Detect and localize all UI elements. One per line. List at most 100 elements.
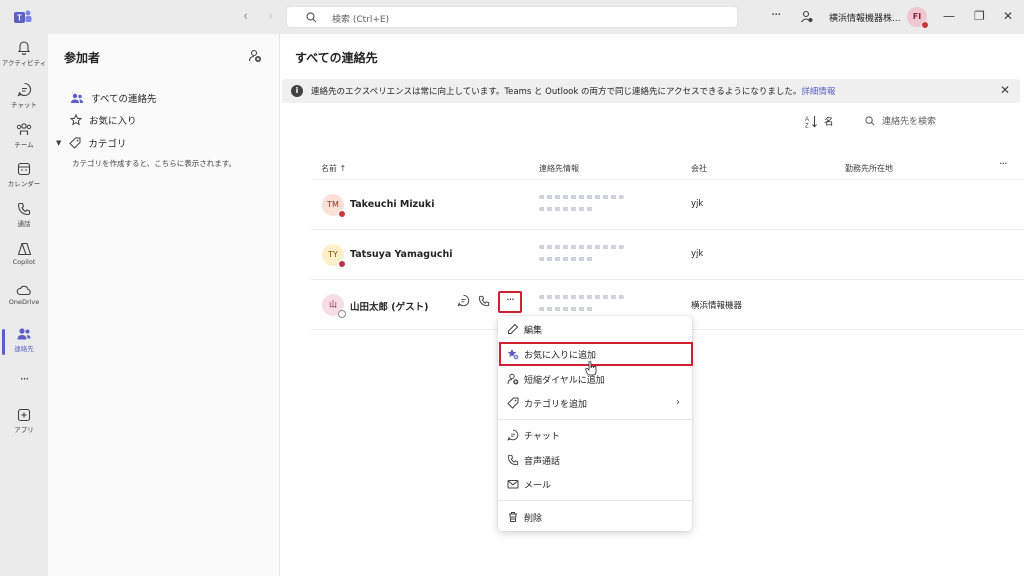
- avatar: 山: [322, 294, 346, 318]
- rail-item-activity[interactable]: アクティビティ: [0, 40, 48, 76]
- menu-item-call[interactable]: 音声通話: [498, 449, 692, 471]
- contact-search-input[interactable]: 連絡先を検索: [865, 114, 936, 127]
- user-initials: FI: [912, 12, 922, 21]
- left-panel: 参加者 すべての連絡先 お気に入り ▼ カテゴリ カテゴリを作成すると、こちらに…: [48, 34, 280, 576]
- chevron-right-icon: ›: [676, 397, 680, 408]
- rail-item-contacts[interactable]: 連絡先: [0, 327, 48, 363]
- rail-item-onedrive[interactable]: OneDrive: [0, 284, 48, 320]
- category-hint: カテゴリを作成すると、こちらに表示されます。: [72, 159, 236, 168]
- table-row[interactable]: TM Takeuchi Mizuki yjk: [311, 180, 1024, 230]
- caret-down-icon[interactable]: ▼: [56, 139, 61, 147]
- presence-dot: [921, 21, 929, 29]
- global-search-input[interactable]: 検索 (Ctrl+E): [286, 6, 738, 28]
- menu-item-add-category[interactable]: カテゴリを追加 ›: [498, 392, 692, 414]
- user-avatar[interactable]: FI: [907, 7, 929, 29]
- nav-categories[interactable]: ▼ カテゴリ: [56, 134, 127, 152]
- people-icon: [17, 328, 31, 340]
- nav-all-contacts[interactable]: すべての連絡先: [70, 89, 156, 107]
- trash-icon: [509, 512, 517, 522]
- info-icon: i: [291, 85, 303, 97]
- nav-label: すべての連絡先: [91, 94, 157, 105]
- minimize-button[interactable]: —: [943, 9, 955, 23]
- menu-item-delete[interactable]: 削除: [498, 506, 692, 528]
- back-button[interactable]: ‹: [243, 9, 248, 24]
- column-header-office[interactable]: 勤務先所在地: [845, 163, 893, 174]
- sort-button[interactable]: AZ 名: [805, 114, 834, 128]
- panel-title: 参加者: [64, 51, 101, 65]
- sort-label: 名: [824, 117, 834, 128]
- cloud-icon: [16, 285, 31, 296]
- rail-label: 連絡先: [14, 345, 34, 353]
- menu-divider: [498, 419, 692, 420]
- menu-item-mail[interactable]: メール: [498, 473, 692, 495]
- title-bar: T ‹ › 検索 (Ctrl+E) ··· 横浜情報機器株... FI — ❐ …: [0, 0, 1024, 34]
- close-button[interactable]: ✕: [1003, 9, 1013, 23]
- rail-item-chat[interactable]: チャット: [0, 82, 48, 118]
- rail-label: カレンダー: [7, 180, 41, 188]
- rail-label: 通話: [17, 220, 31, 228]
- titlebar-more-button[interactable]: ···: [771, 8, 781, 23]
- add-contact-icon[interactable]: [248, 49, 262, 63]
- forward-button[interactable]: ›: [268, 9, 273, 24]
- contact-name: Takeuchi Mizuki: [350, 199, 435, 210]
- contact-search-placeholder: 連絡先を検索: [882, 117, 937, 127]
- rail-active-indicator: [2, 329, 5, 355]
- rail-item-teams[interactable]: チーム: [0, 122, 48, 158]
- rail-item-calls[interactable]: 通話: [0, 202, 48, 238]
- mail-icon: [507, 480, 519, 489]
- hand-cursor-icon: [585, 361, 597, 376]
- tag-icon: [69, 137, 81, 149]
- phone-icon: [17, 202, 31, 216]
- menu-item-edit[interactable]: 編集: [498, 318, 692, 340]
- rail-item-calendar[interactable]: カレンダー: [0, 162, 48, 198]
- close-icon[interactable]: ✕: [1000, 83, 1010, 97]
- teams-icon: [16, 123, 32, 135]
- phone-icon: [507, 454, 519, 466]
- rail-label: チャット: [11, 101, 37, 109]
- rail-more-button[interactable]: ···: [0, 372, 48, 386]
- table-row[interactable]: TY Tatsuya Yamaguchi yjk: [311, 230, 1024, 280]
- restore-button[interactable]: ❐: [974, 9, 985, 23]
- org-switch-icon[interactable]: [800, 10, 813, 23]
- app-rail: アクティビティ チャット チーム カレンダー 通話 Copilot OneDri…: [0, 34, 48, 576]
- nav-favorites[interactable]: お気に入り: [70, 111, 137, 129]
- bell-icon: [17, 41, 31, 55]
- nav-label: カテゴリ: [88, 139, 127, 150]
- rail-label: OneDrive: [8, 298, 40, 306]
- menu-item-chat[interactable]: チャット: [498, 424, 692, 446]
- phone-icon[interactable]: [478, 295, 490, 307]
- row-more-button[interactable]: ···: [498, 291, 522, 313]
- contact-company: yjk: [691, 199, 704, 209]
- org-name[interactable]: 横浜情報機器株...: [829, 11, 901, 24]
- chat-icon[interactable]: [457, 294, 470, 307]
- rail-label: チーム: [14, 141, 34, 149]
- search-icon: [306, 12, 317, 23]
- speed-dial-icon: [507, 373, 519, 385]
- calendar-icon: [17, 162, 31, 176]
- contact-name: 山田太郎 (ゲスト): [350, 302, 429, 313]
- copilot-icon: [17, 242, 31, 256]
- contact-name: Tatsuya Yamaguchi: [350, 249, 453, 260]
- rail-label: アプリ: [14, 426, 34, 434]
- column-header-contact-info[interactable]: 連絡先情報: [539, 163, 579, 174]
- search-icon: [865, 115, 875, 125]
- rail-label: Copilot: [12, 258, 36, 266]
- tag-icon: [507, 397, 519, 409]
- column-more-button[interactable]: ···: [999, 157, 1007, 170]
- search-placeholder: 検索 (Ctrl+E): [332, 15, 390, 25]
- edit-icon: [508, 323, 519, 334]
- presence-dot: [338, 210, 346, 218]
- info-banner: i 連絡先のエクスペリエンスは常に向上しています。Teams と Outlook…: [282, 79, 1020, 103]
- menu-divider: [498, 500, 692, 501]
- contact-company: yjk: [691, 249, 704, 259]
- rail-label: アクティビティ: [1, 59, 47, 67]
- svg-text:A: A: [805, 117, 809, 123]
- banner-link[interactable]: 詳細情報: [801, 87, 835, 97]
- contact-info-blurred: [539, 195, 629, 219]
- column-header-name[interactable]: 名前 ↑: [321, 163, 346, 174]
- rail-item-copilot[interactable]: Copilot: [0, 242, 48, 278]
- chat-icon: [507, 429, 519, 441]
- column-header-company[interactable]: 会社: [691, 163, 707, 174]
- nav-label: お気に入り: [89, 116, 137, 127]
- rail-item-apps[interactable]: アプリ: [0, 408, 48, 444]
